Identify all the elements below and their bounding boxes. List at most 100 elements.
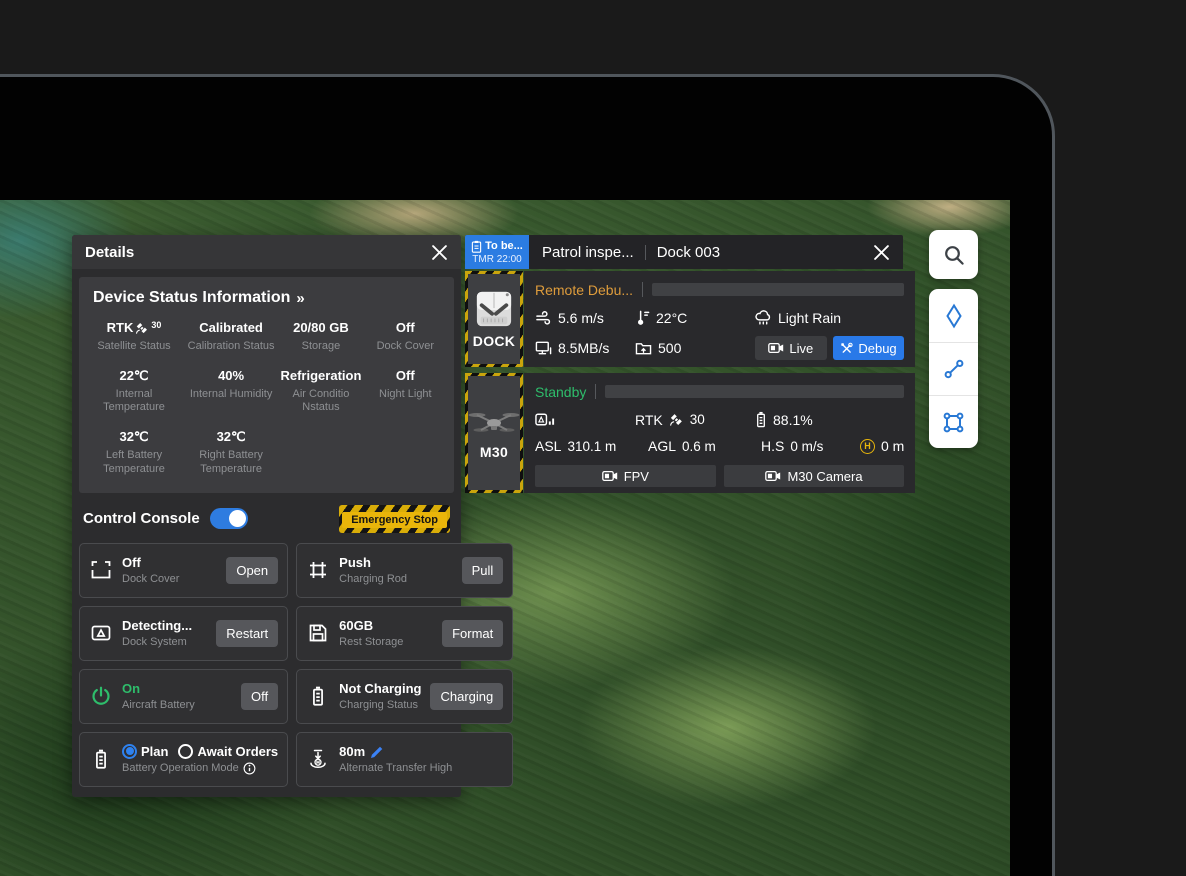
device-panel-close-button[interactable] (872, 243, 890, 261)
dock-thumbnail[interactable]: DOCK (465, 271, 523, 367)
card-rest-storage: 60GB Rest Storage Format (296, 606, 513, 661)
device-status-title: Device Status Information (93, 289, 290, 307)
m30-thumbnail-label: M30 (480, 444, 508, 460)
status-right-battery-temp: 32℃ Right Battery Temperature (183, 430, 279, 476)
diamond-marker-icon (942, 303, 966, 329)
satellite-icon (669, 412, 684, 427)
dock-info-section: Remote Debu... 5.6 m/s 22°C (524, 271, 915, 367)
close-icon (432, 245, 447, 260)
dock-status: Remote Debu... (535, 282, 633, 298)
status-storage: 20/80 GB Storage (279, 321, 362, 354)
clipboard-icon (471, 240, 482, 253)
dock-thumbnail-label: DOCK (473, 333, 515, 349)
battery-icon (755, 411, 767, 428)
details-panel-title: Details (85, 244, 134, 261)
temperature-metric: 22°C (635, 309, 755, 326)
battery-metric: 88.1% (755, 411, 904, 428)
horizontal-speed-metric: H.S 0 m/s (761, 438, 860, 454)
status-dock-cover: Off Dock Cover (363, 321, 448, 354)
map-search-button[interactable] (929, 230, 978, 279)
storage-format-button[interactable]: Format (442, 620, 503, 647)
device-panel-header: To be... TMR 22:00 Patrol inspe... Dock … (465, 235, 903, 269)
home-distance-metric: H 0 m (860, 438, 904, 454)
weather-metric: Light Rain (755, 310, 904, 326)
polygon-draw-tool[interactable] (929, 395, 978, 448)
aircraft-battery-off-button[interactable]: Off (241, 683, 278, 710)
dock-cover-open-button[interactable]: Open (226, 557, 278, 584)
map-draw-tools (929, 289, 978, 448)
info-icon[interactable] (243, 762, 256, 775)
dock-system-icon (89, 622, 113, 644)
emergency-stop-button[interactable]: Emergency Stop (339, 505, 450, 533)
status-satellite: RTK 30 Satellite Status (85, 321, 183, 354)
transmission-signal-metric (535, 412, 635, 427)
asl-metric: ASL 310.1 m (535, 438, 648, 454)
line-draw-tool[interactable] (929, 342, 978, 395)
live-button[interactable]: Live (755, 336, 827, 360)
waypoint-marker-tool[interactable] (929, 289, 978, 342)
card-dock-system: Detecting... Dock System Restart (79, 606, 288, 661)
device-status-section: Device Status Information » RTK 30 Satel… (79, 277, 454, 493)
screenshot-stage: Details Device Status Information » RTK … (0, 0, 1186, 876)
wind-speed-metric: 5.6 m/s (535, 310, 635, 326)
status-night-light: Off Night Light (363, 369, 448, 415)
debug-button[interactable]: Debug (833, 336, 905, 360)
task-badge[interactable]: To be... TMR 22:00 (465, 235, 529, 269)
device-status-title-row[interactable]: Device Status Information » (85, 289, 448, 307)
m30-info-section: Standby RTK 30 (524, 373, 915, 493)
debug-tools-icon (840, 342, 853, 355)
dock-system-restart-button[interactable]: Restart (216, 620, 278, 647)
search-icon (942, 243, 966, 267)
drone-image (468, 407, 520, 439)
device-thumbnails: DOCK M30 (465, 271, 523, 493)
card-dock-cover: Off Dock Cover Open (79, 543, 288, 598)
battery-icon (89, 748, 113, 770)
radio-unselected-icon (178, 744, 193, 759)
media-folder-icon (635, 341, 652, 356)
task-time: TMR 22:00 (472, 254, 521, 265)
status-air-conditioner: Refrigeration Air Conditio Nstatus (279, 369, 362, 415)
close-icon (874, 245, 889, 260)
device-name: Dock 003 (657, 244, 720, 261)
details-close-button[interactable] (430, 243, 448, 261)
control-console-cards: Off Dock Cover Open Push Charging Rod Pu… (79, 543, 454, 787)
wind-icon (535, 310, 552, 325)
home-point-icon: H (860, 439, 875, 454)
status-internal-temperature: 22℃ Internal Temperature (85, 369, 183, 415)
charging-rod-pull-button[interactable]: Pull (462, 557, 504, 584)
radio-plan[interactable]: Plan (122, 744, 168, 759)
battery-icon (306, 685, 330, 707)
agl-metric: AGL 0.6 m (648, 438, 761, 454)
control-console-title: Control Console (83, 510, 200, 527)
radio-await-orders[interactable]: Await Orders (178, 744, 278, 759)
control-console-section: Control Console Emergency Stop Off Dock … (72, 493, 461, 787)
satellite-icon (135, 321, 149, 335)
charging-rod-icon (306, 559, 330, 581)
fpv-button[interactable]: FPV (535, 465, 716, 487)
card-charging-rod: Push Charging Rod Pull (296, 543, 513, 598)
video-transmission-signal-icon (535, 412, 556, 427)
media-count-metric: 500 (635, 340, 755, 356)
status-left-battery-temp: 32℃ Left Battery Temperature (85, 430, 183, 476)
card-charging-status: Not Charging Charging Status Charging (296, 669, 513, 724)
control-console-toggle[interactable] (210, 508, 248, 529)
card-alternate-transfer-height: 80m Alternate Transfer High (296, 732, 513, 787)
status-internal-humidity: 40% Internal Humidity (183, 369, 279, 415)
details-panel-header: Details (72, 235, 461, 269)
edit-pencil-icon[interactable] (370, 745, 384, 759)
rain-cloud-icon (755, 310, 772, 326)
charging-button[interactable]: Charging (430, 683, 503, 710)
m30-thumbnail[interactable]: M30 (465, 373, 523, 493)
emergency-stop-label: Emergency Stop (342, 512, 447, 528)
task-name: Patrol inspe... (542, 244, 634, 261)
m30-progress-bar (605, 385, 904, 398)
dock-progress-bar (652, 283, 904, 296)
polygon-icon (941, 410, 966, 435)
video-camera-icon (768, 342, 784, 354)
m30-status: Standby (535, 384, 586, 400)
video-camera-icon (765, 470, 781, 482)
card-battery-operation-mode: Plan Await Orders Battery Operation Mode (79, 732, 288, 787)
dock-image (473, 290, 515, 328)
m30-camera-button[interactable]: M30 Camera (724, 465, 905, 487)
device-status-grid: RTK 30 Satellite Status Calibrated Calib… (85, 321, 448, 477)
